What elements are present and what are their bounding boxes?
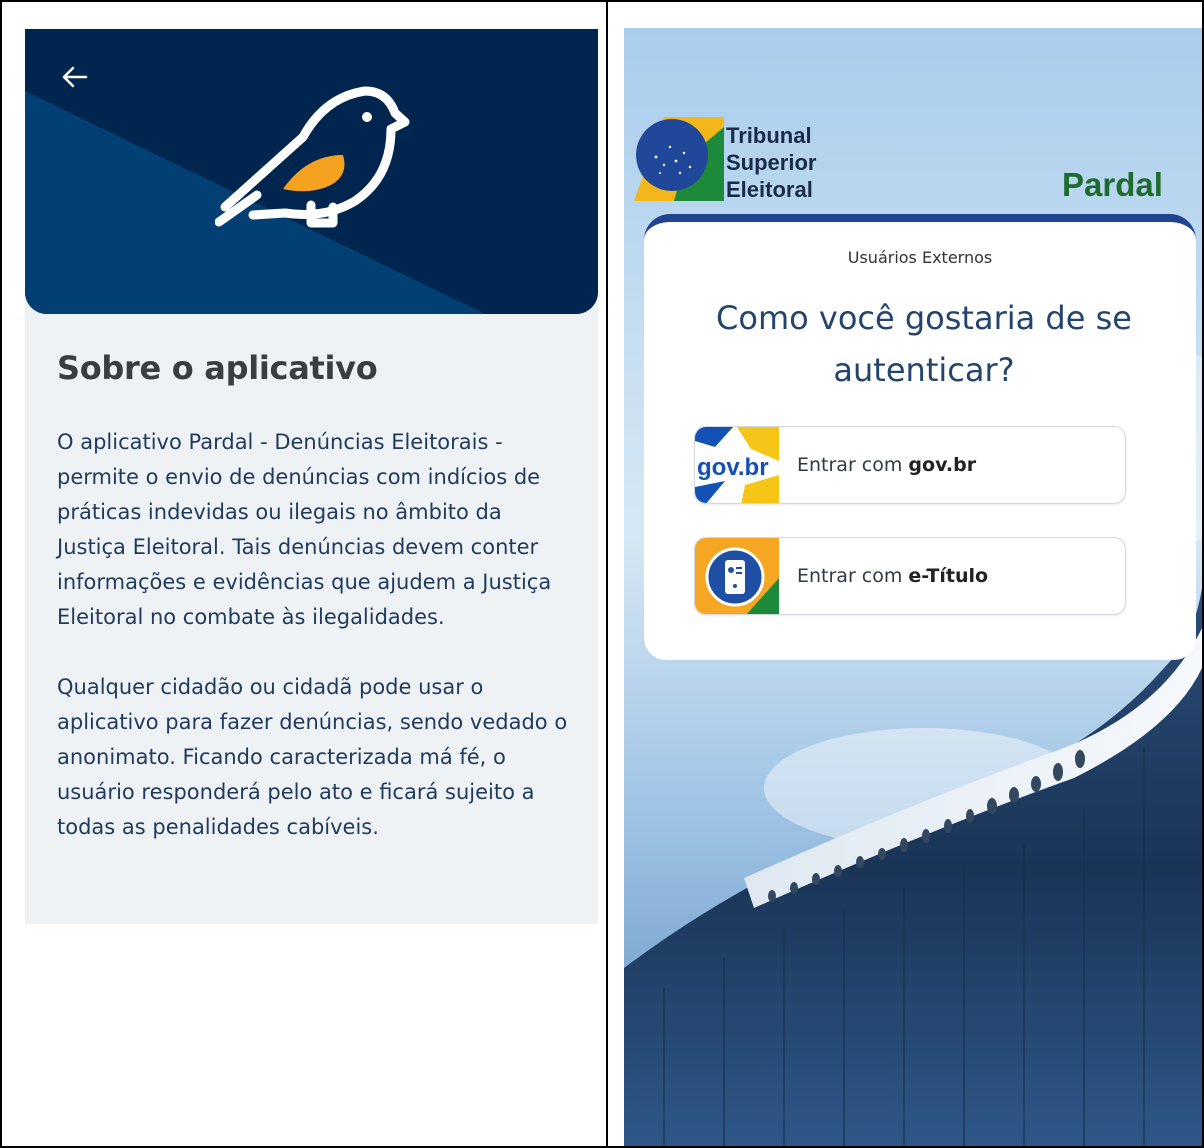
login-screen: Tribunal Superior Eleitoral Pardal Usuár… bbox=[624, 28, 1202, 1146]
hero-banner bbox=[25, 29, 598, 314]
back-button[interactable] bbox=[55, 57, 95, 97]
page-title: Sobre o aplicativo bbox=[57, 349, 378, 387]
login-etitulo-button[interactable]: Entrar com e-Título bbox=[694, 537, 1126, 615]
auth-card: Usuários Externos Como você gostaria de … bbox=[644, 214, 1196, 660]
organization-name: Tribunal Superior Eleitoral bbox=[726, 122, 816, 203]
pardal-bird-icon bbox=[215, 86, 410, 228]
org-name-line-2: Superior bbox=[726, 150, 817, 175]
login-govbr-button[interactable]: gov.br Entrar com gov.br bbox=[694, 426, 1126, 504]
about-screen: Sobre o aplicativo O aplicativo Pardal -… bbox=[25, 29, 598, 924]
login-govbr-label: Entrar com gov.br bbox=[797, 454, 977, 476]
about-paragraph-2: Qualquer cidadão ou cidadã pode usar o a… bbox=[57, 675, 568, 839]
panel-divider bbox=[606, 0, 608, 1148]
about-text: O aplicativo Pardal - Denúncias Eleitora… bbox=[57, 425, 577, 845]
login-etitulo-label: Entrar com e-Título bbox=[797, 565, 989, 587]
org-name-line-3: Eleitoral bbox=[726, 177, 813, 202]
org-name-line-1: Tribunal bbox=[726, 123, 812, 148]
about-paragraph-1: O aplicativo Pardal - Denúncias Eleitora… bbox=[57, 430, 552, 629]
svg-text:gov.br: gov.br bbox=[697, 454, 769, 481]
tse-logo-icon bbox=[634, 117, 724, 201]
arrow-left-icon bbox=[62, 66, 88, 88]
govbr-logo-icon: gov.br bbox=[695, 427, 779, 503]
etitulo-app-icon bbox=[695, 538, 779, 614]
app-name: Pardal bbox=[1062, 166, 1163, 203]
card-subtitle: Usuários Externos bbox=[847, 248, 993, 267]
auth-heading: Como você gostaria de se autenticar? bbox=[716, 299, 1132, 389]
